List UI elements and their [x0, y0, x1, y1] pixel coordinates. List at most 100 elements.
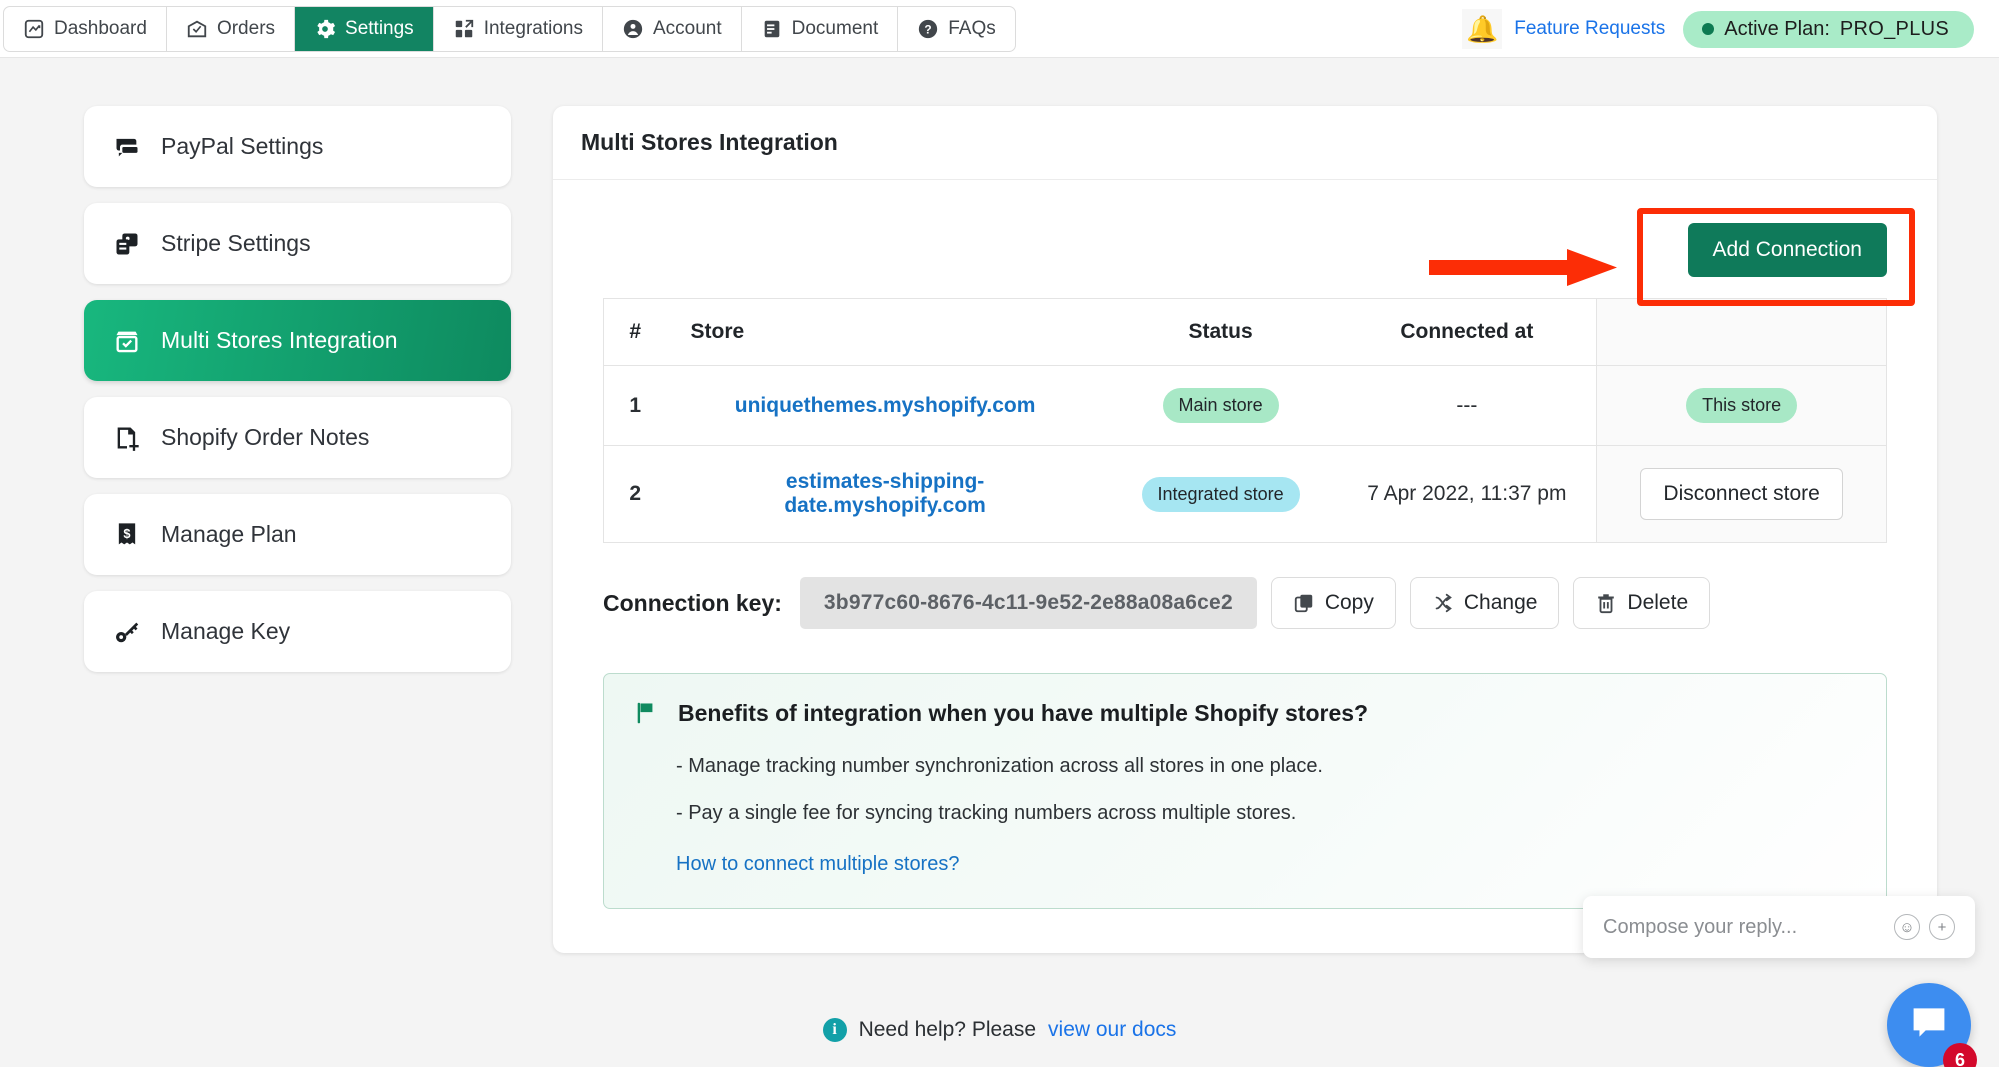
view-our-docs-link[interactable]: view our docs [1048, 1018, 1176, 1042]
plan-prefix-label: Active Plan: [1724, 18, 1830, 41]
shuffle-icon [1432, 592, 1454, 614]
flag-icon [634, 700, 660, 731]
sidebar-item-manage-plan[interactable]: $ Manage Plan [84, 494, 511, 575]
this-store-badge: This store [1686, 388, 1797, 423]
nav-tab-group: Dashboard Orders Settings [3, 6, 1016, 52]
benefits-title: Benefits of integration when you have mu… [678, 700, 1368, 727]
main-content-card: Multi Stores Integration Add Connection … [553, 106, 1937, 953]
nav-tab-label: Account [653, 18, 722, 40]
how-to-connect-link[interactable]: How to connect multiple stores? [634, 853, 959, 876]
chat-compose-actions: ☺ + [1894, 914, 1955, 940]
connection-key-label: Connection key: [603, 590, 782, 617]
row-index: 2 [604, 446, 667, 543]
active-plan-badge: Active Plan: PRO_PLUS [1683, 11, 1974, 48]
card-body: Add Connection # Store Status Connected … [553, 180, 1937, 953]
nav-tab-label: Settings [345, 18, 414, 40]
chat-unread-badge: 6 [1943, 1043, 1977, 1067]
annotation-arrow [1429, 247, 1619, 287]
status-badge: Integrated store [1142, 477, 1300, 512]
copy-key-button[interactable]: Copy [1271, 577, 1396, 629]
question-circle-icon: ? [917, 18, 939, 40]
sidebar-item-label: Multi Stores Integration [161, 327, 398, 354]
svg-text:$: $ [123, 525, 130, 540]
row-connected-at: --- [1337, 366, 1596, 446]
row-index: 1 [604, 366, 667, 446]
sidebar-item-label: Stripe Settings [161, 230, 311, 257]
sidebar-item-label: PayPal Settings [161, 133, 323, 160]
nav-tab-faqs[interactable]: ? FAQs [898, 7, 1015, 51]
copy-icon [1293, 592, 1315, 614]
change-button-label: Change [1464, 591, 1538, 615]
disconnect-store-button[interactable]: Disconnect store [1640, 468, 1842, 520]
info-icon: i [823, 1018, 847, 1042]
chat-compose-box[interactable]: Compose your reply... ☺ + [1583, 896, 1975, 958]
sidebar-item-label: Shopify Order Notes [161, 424, 369, 451]
nav-tab-dashboard[interactable]: Dashboard [4, 7, 167, 51]
nav-tab-label: Integrations [484, 18, 583, 40]
sidebar-item-shopify-order-notes[interactable]: Shopify Order Notes [84, 397, 511, 478]
footer-help: i Need help? Please view our docs [0, 1018, 1999, 1042]
store-link[interactable]: uniquethemes.myshopify.com [735, 394, 1036, 417]
chat-bubble-icon [1907, 1001, 1951, 1050]
document-icon [761, 18, 783, 40]
sidebar-item-label: Manage Key [161, 618, 290, 645]
nav-tab-orders[interactable]: Orders [167, 7, 295, 51]
nav-tab-account[interactable]: Account [603, 7, 742, 51]
delete-button-label: Delete [1627, 591, 1688, 615]
table-header-actions [1597, 299, 1887, 366]
card-title: Multi Stores Integration [553, 106, 1937, 180]
bell-icon[interactable]: 🔔 [1462, 9, 1502, 49]
nav-tab-label: Orders [217, 18, 275, 40]
content-row: PayPal Settings Stripe Settings [0, 58, 1999, 953]
benefits-line: - Manage tracking number synchronization… [634, 755, 1856, 778]
footer-text: Need help? Please [859, 1018, 1036, 1042]
plan-name-value: PRO_PLUS [1840, 18, 1949, 41]
connection-key-value: 3b977c60-8676-4c11-9e52-2e88a08a6ce2 [800, 577, 1257, 629]
sidebar-item-manage-key[interactable]: Manage Key [84, 591, 511, 672]
benefits-title-row: Benefits of integration when you have mu… [634, 700, 1856, 731]
integrations-icon [453, 18, 475, 40]
nav-tab-settings[interactable]: Settings [295, 7, 434, 51]
note-plus-icon [112, 424, 142, 452]
nav-tab-document[interactable]: Document [742, 7, 899, 51]
sidebar-item-label: Manage Plan [161, 521, 297, 548]
row-action-cell: This store [1597, 366, 1887, 446]
row-status-cell: Main store [1104, 366, 1338, 446]
key-icon [112, 618, 142, 646]
sidebar-item-stripe-settings[interactable]: Stripe Settings [84, 203, 511, 284]
table-header-row: # Store Status Connected at [604, 299, 1887, 366]
orders-box-icon [186, 18, 208, 40]
store-check-icon [112, 327, 142, 355]
plus-icon[interactable]: + [1929, 914, 1955, 940]
sidebar-item-paypal-settings[interactable]: PayPal Settings [84, 106, 511, 187]
store-link[interactable]: estimates-shipping-date.myshopify.com [784, 470, 986, 517]
feature-requests-link[interactable]: Feature Requests [1514, 18, 1665, 40]
stores-table: # Store Status Connected at 1 uniquethem… [603, 298, 1887, 543]
sidebar-item-multi-stores-integration[interactable]: Multi Stores Integration [84, 300, 511, 381]
paypal-card-icon [112, 133, 142, 161]
nav-tab-integrations[interactable]: Integrations [434, 7, 603, 51]
add-connection-button[interactable]: Add Connection [1688, 223, 1887, 277]
table-header-store: Store [667, 299, 1104, 366]
table-toolbar: Add Connection [603, 202, 1887, 298]
smiley-icon[interactable]: ☺ [1894, 914, 1920, 940]
row-status-cell: Integrated store [1104, 446, 1338, 543]
stripe-card-icon [112, 230, 142, 258]
plan-status-dot [1702, 23, 1714, 35]
top-navigation-bar: Dashboard Orders Settings [0, 0, 1999, 58]
gear-icon [314, 18, 336, 40]
receipt-dollar-icon: $ [112, 521, 142, 549]
benefits-panel: Benefits of integration when you have mu… [603, 673, 1887, 909]
svg-text:?: ? [925, 22, 932, 36]
account-person-icon [622, 18, 644, 40]
row-action-cell: Disconnect store [1597, 446, 1887, 543]
nav-tab-label: FAQs [948, 18, 996, 40]
change-key-button[interactable]: Change [1410, 577, 1560, 629]
dashboard-icon [23, 18, 45, 40]
delete-key-button[interactable]: Delete [1573, 577, 1710, 629]
benefits-line: - Pay a single fee for syncing tracking … [634, 802, 1856, 825]
table-row: 2 estimates-shipping-date.myshopify.com … [604, 446, 1887, 543]
row-connected-at: 7 Apr 2022, 11:37 pm [1337, 446, 1596, 543]
copy-button-label: Copy [1325, 591, 1374, 615]
chat-compose-placeholder: Compose your reply... [1603, 916, 1894, 939]
